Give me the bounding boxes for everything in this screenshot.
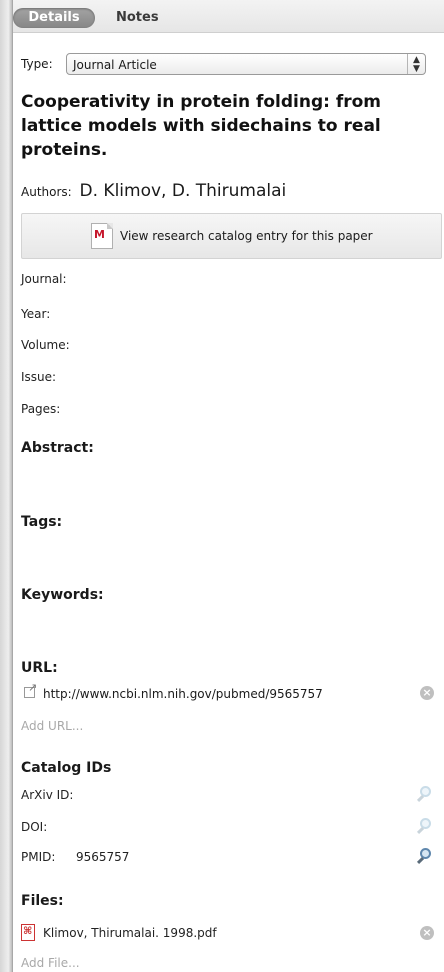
search-pmid-icon[interactable] [416,848,433,866]
mendeley-icon: M [91,223,113,249]
catalog-ids-heading: Catalog IDs [21,760,112,776]
authors-row: Authors: D. Klimov, D. Thirumalai [21,181,286,201]
tab-bar: Details Notes [13,0,444,33]
view-catalog-entry-button[interactable]: M View research catalog entry for this p… [21,213,442,259]
pdf-icon: ⌘ [21,924,35,941]
arxiv-id-label: ArXiv ID: [21,788,74,802]
keywords-heading[interactable]: Keywords: [21,587,104,603]
add-url-link[interactable]: Add URL... [21,719,83,733]
type-row: Type: Journal Article ▲ ▼ [21,53,441,77]
url-heading: URL: [21,660,58,676]
journal-field-label[interactable]: Journal: [21,272,67,286]
type-select[interactable]: Journal Article ▲ ▼ [66,53,426,75]
type-label: Type: [21,57,53,71]
abstract-heading[interactable]: Abstract: [21,440,94,456]
tab-notes[interactable]: Notes [116,8,159,28]
pages-field-label[interactable]: Pages: [21,402,60,416]
pmid-label: PMID: [21,850,56,864]
url-row: http://www.ncbi.nlm.nih.gov/pubmed/95657… [21,681,441,705]
details-panel: Details Notes Type: Journal Article ▲ ▼ C… [13,0,444,972]
files-heading: Files: [21,893,64,909]
remove-file-button[interactable]: × [420,926,434,940]
url-link[interactable]: http://www.ncbi.nlm.nih.gov/pubmed/95657… [43,687,323,701]
remove-url-button[interactable]: × [420,686,434,700]
authors-label: Authors: [21,185,72,199]
search-doi-icon[interactable] [416,818,433,836]
year-field-label[interactable]: Year: [21,307,50,321]
add-file-link[interactable]: Add File... [21,956,80,970]
view-catalog-entry-label: View research catalog entry for this pap… [120,229,373,243]
tags-heading[interactable]: Tags: [21,514,62,530]
paper-title[interactable]: Cooperativity in protein folding: from l… [21,90,431,162]
file-link[interactable]: Klimov, Thirumalai. 1998.pdf [43,926,217,940]
issue-field-label[interactable]: Issue: [21,370,56,384]
search-arxiv-icon[interactable] [416,786,433,804]
type-select-value: Journal Article [73,58,157,72]
volume-field-label[interactable]: Volume: [21,338,70,352]
select-arrows-icon: ▲ ▼ [407,54,425,74]
pmid-value[interactable]: 9565757 [76,850,129,864]
tab-details[interactable]: Details [13,8,95,28]
external-link-icon[interactable] [24,681,37,698]
doi-label: DOI: [21,820,48,834]
authors-value[interactable]: D. Klimov, D. Thirumalai [80,181,287,201]
panel-left-border [0,0,13,972]
